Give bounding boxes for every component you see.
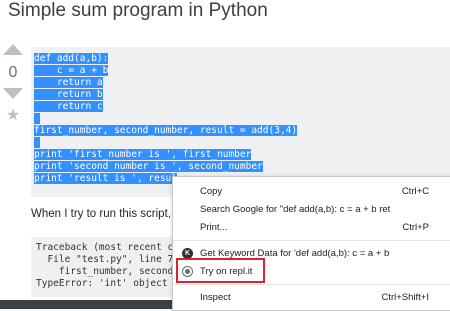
menu-item-label: Search Google for "def add(a,b): c = a +… [200, 204, 391, 215]
code-line-blank [34, 137, 40, 148]
code-line: def add(a,b): [34, 53, 109, 64]
menu-item-copy[interactable]: Copy Ctrl+C [173, 184, 450, 200]
code-line: return a [34, 77, 103, 88]
menu-item-label: Copy [200, 186, 223, 197]
menu-item-print[interactable]: Print... Ctrl+P [173, 220, 450, 236]
code-line-blank [34, 113, 40, 124]
code-block[interactable]: def add(a,b): c = a + b return a return … [31, 47, 450, 197]
vote-cell: 0 ★ [0, 44, 26, 125]
menu-separator [173, 284, 450, 285]
menu-item-label: Print... [200, 222, 228, 233]
menu-item-shortcut: Ctrl+C [401, 186, 429, 197]
menu-item-shortcut: Ctrl+Shift+I [381, 292, 429, 303]
menu-item-search-google[interactable]: Search Google for "def add(a,b): c = a +… [173, 202, 450, 218]
page-footer-bar [0, 300, 172, 309]
traceback-line: first_number, second_ [36, 266, 179, 277]
vote-count: 0 [8, 64, 18, 81]
traceback-line: TypeError: 'int' object i [36, 278, 179, 289]
traceback-line: Traceback (most recent ca [36, 242, 179, 253]
upvote-arrow-icon[interactable] [3, 44, 23, 55]
downvote-arrow-icon[interactable] [3, 88, 23, 99]
favorite-star-icon[interactable]: ★ [6, 105, 20, 125]
code-line: print 'result is ', resul [34, 173, 177, 184]
code-line: print 'first_number is ', first_number [34, 149, 252, 160]
code-line: c = a + b [34, 65, 109, 76]
menu-item-inspect[interactable]: Inspect Ctrl+Shift+I [173, 290, 450, 306]
context-menu: Copy Ctrl+C Search Google for "def add(a… [172, 176, 450, 311]
code-line: return c [34, 101, 103, 112]
highlight-annotation-box [176, 258, 265, 283]
menu-item-label: Inspect [200, 292, 231, 303]
code-line: first_number, second_number, result = ad… [34, 125, 298, 136]
menu-separator [173, 240, 450, 241]
traceback-line: File "test.py", line 7, [36, 254, 179, 265]
question-title[interactable]: Simple sum program in Python [8, 0, 268, 22]
code-line: print 'second number is ', second_number [34, 161, 263, 172]
menu-item-shortcut: Ctrl+P [402, 222, 429, 233]
question-body-text: When I try to run this script, [31, 208, 171, 220]
code-line: return b [34, 89, 103, 100]
